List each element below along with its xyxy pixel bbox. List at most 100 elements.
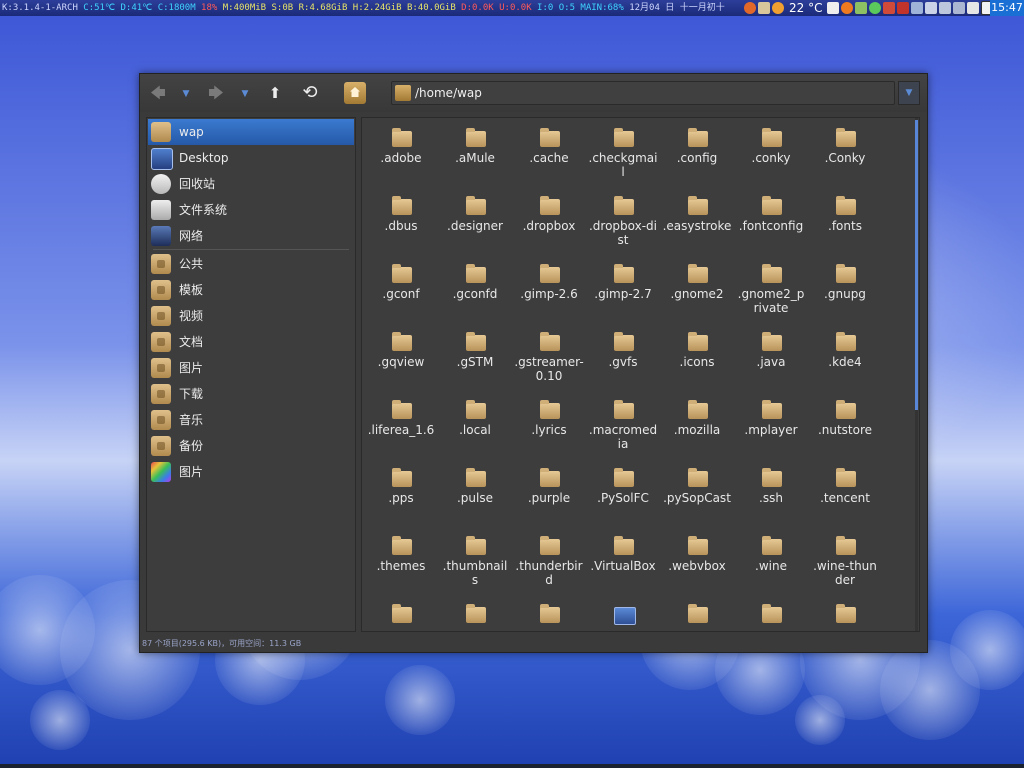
file-item[interactable]: .gqview <box>366 324 436 390</box>
file-item[interactable]: .PySolFC <box>588 460 658 526</box>
sidebar-item-11[interactable]: 音乐 <box>148 407 354 433</box>
file-item[interactable] <box>662 596 732 631</box>
file-item[interactable]: .gimp-2.7 <box>588 256 658 322</box>
files-icon[interactable] <box>758 2 770 14</box>
file-item[interactable]: .fontconfig <box>736 188 806 254</box>
back-button[interactable]: 🡄 <box>147 82 169 104</box>
reload-button[interactable]: ⟲ <box>299 82 321 104</box>
file-item[interactable]: .local <box>440 392 510 458</box>
scrollbar-thumb[interactable] <box>915 120 918 410</box>
file-item[interactable]: .easystroke <box>662 188 732 254</box>
mail-icon[interactable] <box>897 2 910 14</box>
file-item[interactable] <box>736 596 806 631</box>
file-item[interactable]: .mozilla <box>662 392 732 458</box>
file-item[interactable]: .pps <box>366 460 436 526</box>
file-item[interactable]: .dbus <box>366 188 436 254</box>
sidebar-item-6[interactable]: 模板 <box>148 277 354 303</box>
file-item[interactable]: .wine-thunder <box>810 528 880 594</box>
file-item[interactable] <box>440 596 510 631</box>
pen-icon[interactable] <box>911 2 924 14</box>
file-item[interactable]: .pySopCast <box>662 460 732 526</box>
file-item[interactable]: .gimp-2.6 <box>514 256 584 322</box>
file-item[interactable]: .wine <box>736 528 806 594</box>
file-icon-view[interactable]: .adobe .aMule .cache .checkgmail .config .con… <box>361 117 920 632</box>
file-item[interactable]: .fonts <box>810 188 880 254</box>
location-bar[interactable]: /home/wap <box>391 81 895 105</box>
weather-sun-icon[interactable] <box>772 2 784 14</box>
file-item[interactable]: .gnome2 <box>662 256 732 322</box>
sidebar-item-9[interactable]: 图片 <box>148 355 354 381</box>
file-item[interactable]: .icons <box>662 324 732 390</box>
sidebar-item-5[interactable]: 公共 <box>148 251 354 277</box>
trash-icon <box>151 174 171 194</box>
sidebar-item-3[interactable]: 文件系统 <box>148 197 354 223</box>
file-item[interactable] <box>514 596 584 631</box>
file-item[interactable]: .dropbox <box>514 188 584 254</box>
sidebar-item-1[interactable]: Desktop <box>148 145 354 171</box>
file-item[interactable]: .ssh <box>736 460 806 526</box>
file-item[interactable]: .mplayer <box>736 392 806 458</box>
volume-icon[interactable] <box>939 2 952 14</box>
file-item[interactable]: .webvbox <box>662 528 732 594</box>
file-item[interactable]: .tencent <box>810 460 880 526</box>
file-item[interactable] <box>810 596 880 631</box>
update-badge-icon[interactable] <box>841 2 854 14</box>
file-item[interactable]: .nutstore <box>810 392 880 458</box>
coffee-icon[interactable] <box>827 2 840 14</box>
clipboard-icon[interactable] <box>925 2 938 14</box>
file-item[interactable]: .checkgmail <box>588 120 658 186</box>
sidebar-item-8[interactable]: 文档 <box>148 329 354 355</box>
file-item[interactable]: .liferea_1.6 <box>366 392 436 458</box>
file-item[interactable]: .purple <box>514 460 584 526</box>
file-item[interactable]: .gnupg <box>810 256 880 322</box>
sidebar-item-10[interactable]: 下载 <box>148 381 354 407</box>
file-item[interactable]: .Conky <box>810 120 880 186</box>
sidebar-item-2[interactable]: 回收站 <box>148 171 354 197</box>
file-item[interactable]: .config <box>662 120 732 186</box>
penguin-icon[interactable] <box>883 2 896 14</box>
file-name: .icons <box>679 355 715 369</box>
firefox-icon[interactable] <box>744 2 756 14</box>
file-item[interactable]: .gstreamer-0.10 <box>514 324 584 390</box>
battery-icon[interactable] <box>953 2 966 14</box>
file-item[interactable]: .java <box>736 324 806 390</box>
file-item[interactable]: .gnome2_private <box>736 256 806 322</box>
file-item[interactable]: .themes <box>366 528 436 594</box>
file-item[interactable]: .gconfd <box>440 256 510 322</box>
file-item[interactable]: .thunderbird <box>514 528 584 594</box>
file-item[interactable]: .gSTM <box>440 324 510 390</box>
up-button[interactable]: ⬆ <box>264 82 286 104</box>
home-button[interactable] <box>344 82 366 104</box>
forward-button[interactable]: 🡆 <box>205 82 227 104</box>
drive-tray-icon[interactable] <box>967 2 980 14</box>
sidebar-item-4[interactable]: 网络 <box>148 223 354 249</box>
file-item[interactable]: .dropbox-dist <box>588 188 658 254</box>
location-path[interactable]: /home/wap <box>415 82 482 104</box>
file-item[interactable]: .macromedia <box>588 392 658 458</box>
file-item[interactable]: .conky <box>736 120 806 186</box>
file-item[interactable] <box>588 596 658 631</box>
file-item[interactable]: .designer <box>440 188 510 254</box>
file-item[interactable]: .thumbnails <box>440 528 510 594</box>
clock[interactable]: 15:47 <box>990 0 1024 16</box>
file-item[interactable]: .aMule <box>440 120 510 186</box>
file-item[interactable]: .gvfs <box>588 324 658 390</box>
file-item[interactable] <box>366 596 436 631</box>
back-history-arrow[interactable]: ▼ <box>180 82 192 104</box>
file-item[interactable]: .cache <box>514 120 584 186</box>
sidebar-item-0[interactable]: wap <box>148 119 354 145</box>
sidebar-item-13[interactable]: 图片 <box>148 459 354 485</box>
app-icon[interactable] <box>855 2 868 14</box>
file-item[interactable]: .gconf <box>366 256 436 322</box>
location-dropdown-button[interactable]: ▼ <box>898 81 920 105</box>
file-item[interactable]: .adobe <box>366 120 436 186</box>
file-item[interactable]: .lyrics <box>514 392 584 458</box>
file-item[interactable]: .pulse <box>440 460 510 526</box>
status-green-icon[interactable] <box>869 2 882 14</box>
file-item[interactable]: .kde4 <box>810 324 880 390</box>
weather-temperature[interactable]: 22 °C <box>789 0 822 16</box>
sidebar-item-7[interactable]: 视频 <box>148 303 354 329</box>
forward-history-arrow[interactable]: ▼ <box>239 82 251 104</box>
sidebar-item-12[interactable]: 备份 <box>148 433 354 459</box>
file-item[interactable]: .VirtualBox <box>588 528 658 594</box>
